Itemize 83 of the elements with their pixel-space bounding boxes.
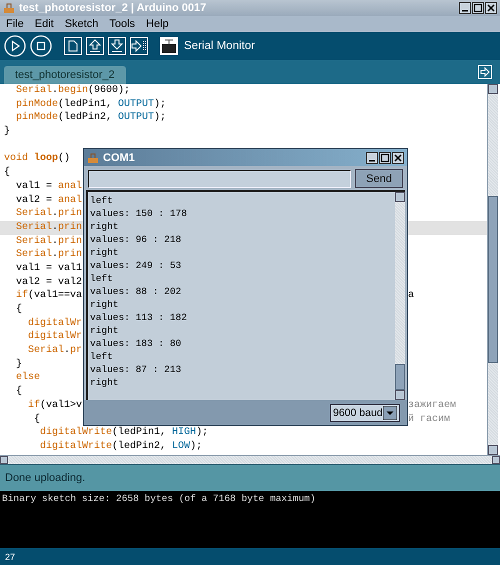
- code-line: digitalWrite(ledPin2, LOW);: [39, 440, 202, 452]
- scroll-left-button[interactable]: [0, 456, 8, 464]
- menu-item[interactable]: Edit: [34, 18, 54, 30]
- code-line: val1 = anal: [15, 180, 82, 192]
- code-line: Serial.pr: [27, 345, 82, 356]
- code-line: }: [15, 358, 22, 370]
- code-line: val2 = anal: [15, 194, 82, 206]
- console-line: Binary sketch size: 2658 bytes (of a 7168 byte maximum): [2, 493, 317, 504]
- serial-monitor-label[interactable]: Serial Monitor: [184, 40, 255, 52]
- output-line: values: 88 : 202: [90, 285, 182, 298]
- output-line: values: 87 : 213: [90, 363, 182, 376]
- code-line: if(val1==va: [15, 290, 82, 302]
- code-line: void loop(): [4, 153, 70, 164]
- code-line: else: [15, 372, 40, 384]
- code-line: val1 = val1: [15, 262, 82, 274]
- minimize-icon[interactable]: [366, 152, 378, 164]
- scrollbar-thumb[interactable]: [488, 196, 498, 363]
- code-line: Serial.prin: [15, 236, 82, 247]
- code-line: digitalWr: [27, 318, 82, 329]
- code-line: Serial.begin(9600);: [15, 85, 130, 96]
- output-line: left: [90, 272, 114, 285]
- output-line: values: 113 : 182: [90, 311, 188, 324]
- scrollbar[interactable]: [0, 455, 500, 464]
- serial-monitor-icon[interactable]: [160, 37, 178, 55]
- maximize-icon[interactable]: [379, 152, 391, 164]
- code-line: pinMode(ledPin1, OUTPUT);: [15, 98, 166, 110]
- code-line: pinMode(ledPin2, OUTPUT);: [15, 112, 166, 124]
- menu-item[interactable]: Sketch: [64, 18, 98, 30]
- code-line: {: [4, 167, 10, 178]
- output-line: left: [90, 194, 114, 207]
- scroll-right-button[interactable]: [492, 456, 500, 464]
- close-icon[interactable]: [392, 152, 404, 164]
- menu-item[interactable]: File: [6, 18, 24, 30]
- code-line: digitalWr: [27, 331, 82, 342]
- code-line: зажигаем: [408, 398, 456, 413]
- menu-item[interactable]: Tools: [109, 18, 136, 30]
- output-line: right: [90, 246, 120, 259]
- window-title: test_photoresistor_2 | Arduino 0017: [19, 2, 206, 14]
- baud-dropdown[interactable]: 9600 baud: [330, 404, 400, 422]
- output-line: right: [90, 298, 120, 311]
- line-number: 27: [5, 552, 16, 562]
- scroll-down-button[interactable]: [395, 390, 405, 400]
- output-line: values: 249 : 53: [90, 259, 182, 272]
- app-icon[interactable]: [3, 2, 15, 14]
- maximize-icon[interactable]: [472, 2, 484, 14]
- output-line: left: [90, 350, 114, 363]
- input-field[interactable]: [88, 170, 351, 188]
- menu-item[interactable]: Help: [146, 18, 169, 30]
- window-title: COM1: [103, 152, 135, 164]
- output-line: values: 150 : 178: [90, 207, 188, 220]
- code-line: й гасим: [408, 412, 450, 426]
- scrollbar[interactable]: [487, 84, 498, 455]
- send-button[interactable]: Send: [355, 169, 403, 188]
- scroll-up-button[interactable]: [488, 84, 498, 94]
- output-line: right: [90, 376, 120, 389]
- code-line: {: [15, 304, 22, 315]
- scrollbar-thumb[interactable]: [395, 364, 405, 390]
- code-line: Serial.prin: [15, 249, 82, 260]
- run-icon[interactable]: [4, 35, 26, 57]
- output-line: values: 96 : 218: [90, 233, 182, 246]
- code-line: a: [408, 289, 414, 304]
- code-line: val2 = val2: [15, 276, 82, 288]
- caret-icon[interactable]: [383, 406, 397, 420]
- code-line: {: [33, 414, 40, 424]
- close-icon[interactable]: [485, 2, 497, 14]
- code-line: Serial.prin: [15, 208, 82, 220]
- status-message: Done uploading.: [5, 472, 86, 484]
- code-line: {: [15, 386, 22, 398]
- sketch-tab[interactable]: test_photoresistor_2: [4, 66, 126, 84]
- code-line: digitalWrite(ledPin1, HIGH);: [39, 427, 208, 438]
- new-file-icon[interactable]: [64, 37, 82, 55]
- code-line: if(val1>v: [27, 400, 82, 411]
- right-arrow-icon[interactable]: [478, 65, 492, 79]
- output-line: right: [90, 324, 120, 337]
- code-line: }: [4, 126, 10, 138]
- scrollbar[interactable]: [395, 192, 405, 400]
- stop-icon[interactable]: [30, 35, 52, 57]
- scroll-down-button[interactable]: [488, 445, 498, 455]
- scroll-up-button[interactable]: [395, 192, 405, 202]
- output-line: values: 183 : 80: [90, 337, 182, 350]
- code-line: Serial.prin: [15, 222, 82, 233]
- minimize-icon[interactable]: [459, 2, 471, 14]
- output-line: right: [90, 220, 120, 233]
